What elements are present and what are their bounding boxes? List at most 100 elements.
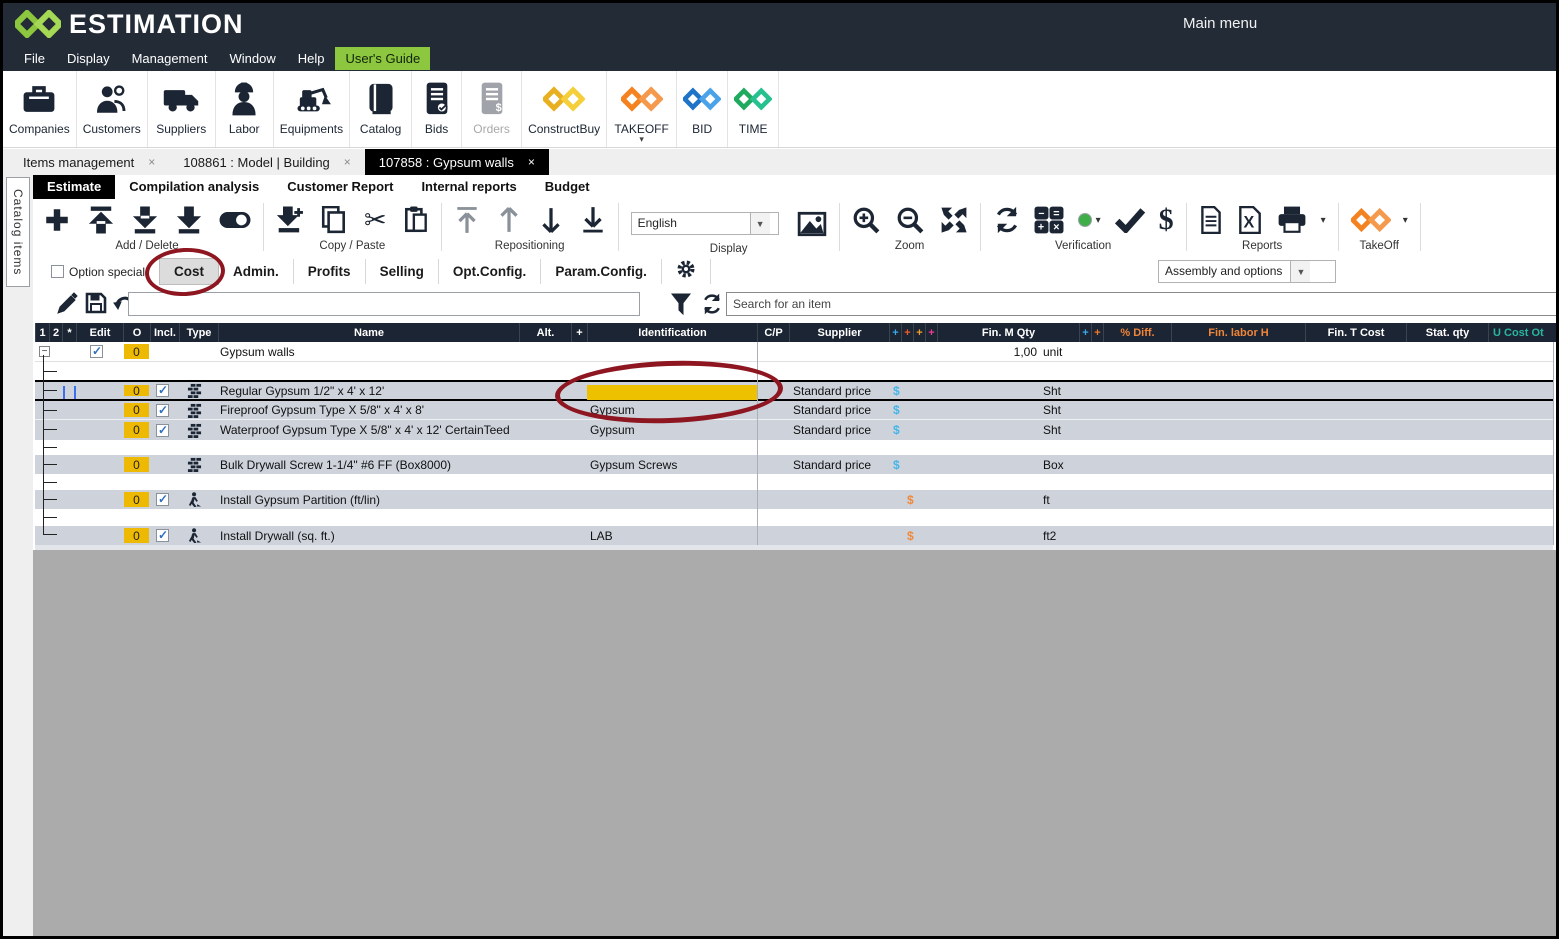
tab-selling[interactable]: Selling [366, 259, 439, 284]
identification-value[interactable]: LAB [590, 526, 613, 545]
supplier-value[interactable]: Standard price [793, 401, 871, 419]
o-value[interactable]: 0 [124, 492, 149, 507]
item-name[interactable]: Install Gypsum Partition (ft/lin) [220, 490, 380, 509]
tab-estimate[interactable]: Estimate [33, 175, 115, 199]
tab-internal-reports[interactable]: Internal reports [407, 175, 530, 199]
labor-dollar-icon[interactable]: $ [907, 490, 914, 509]
col-plus-amber[interactable]: + [913, 323, 925, 342]
tab-profits[interactable]: Profits [294, 259, 366, 284]
col-o[interactable]: O [123, 323, 150, 342]
bid-button[interactable]: BID [677, 71, 728, 147]
add-above-icon[interactable] [87, 206, 115, 234]
identification-value[interactable]: Gypsum [590, 401, 635, 419]
group-name[interactable]: Gypsum walls [220, 342, 295, 361]
reports-caret-icon[interactable]: ▾ [1321, 215, 1326, 226]
col-fin-labor-h[interactable]: Fin. labor H [1171, 323, 1305, 342]
col-pct-diff[interactable]: % Diff. [1103, 323, 1171, 342]
tab-opt-config[interactable]: Opt.Config. [439, 259, 541, 284]
companies-button[interactable]: Companies [3, 71, 77, 147]
o-value[interactable]: 0 [124, 385, 149, 396]
col-plus-blue2[interactable]: + [1079, 323, 1091, 342]
calculator-icon[interactable]: −=+× [1034, 206, 1064, 234]
menu-display[interactable]: Display [56, 47, 121, 70]
constructbuy-button[interactable]: ConstructBuy [522, 71, 607, 147]
item-name[interactable]: Bulk Drywall Screw 1-1/4" #6 FF (Box8000… [220, 455, 451, 474]
delete-below-icon[interactable] [131, 206, 159, 234]
col-plus-red[interactable]: + [901, 323, 913, 342]
catalog-button[interactable]: Catalog [350, 71, 412, 147]
col-cp[interactable]: C/P [757, 323, 789, 342]
item-name[interactable]: Waterproof Gypsum Type X 5/8" x 4' x 12'… [220, 420, 510, 440]
item-name[interactable]: Fireproof Gypsum Type X 5/8" x 4' x 8' [220, 401, 424, 419]
o-value[interactable]: 0 [124, 528, 149, 543]
identification-value[interactable]: Gypsum Screws [590, 455, 677, 474]
col-stat-qty[interactable]: Stat. qty [1406, 323, 1488, 342]
menu-window[interactable]: Window [218, 47, 286, 70]
col-name[interactable]: Name [218, 323, 519, 342]
item-row-bulk-drywall-screw[interactable]: 0 Bulk Drywall Screw 1-1/4" #6 FF (Box80… [35, 455, 1553, 474]
supplier-value[interactable]: Standard price [793, 455, 871, 474]
col-supplier[interactable]: Supplier [789, 323, 889, 342]
tab-admin[interactable]: Admin. [219, 259, 294, 284]
incl-checkbox[interactable] [156, 493, 169, 506]
col-plus-orange2[interactable]: + [1091, 323, 1103, 342]
search-input[interactable] [726, 292, 1559, 316]
takeoff-caret-icon[interactable]: ▾ [639, 136, 644, 142]
supplier-value[interactable]: Standard price [793, 420, 871, 440]
save-icon[interactable] [85, 292, 107, 314]
status-indicator[interactable]: ▾ [1077, 212, 1101, 228]
col-star[interactable]: * [62, 323, 76, 342]
item-name[interactable]: Regular Gypsum 1/2" x 4' x 12' [220, 382, 384, 399]
col-plus-pink[interactable]: + [925, 323, 937, 342]
item-row-regular-gypsum[interactable]: 0 Regular Gypsum 1/2" x 4' x 12' Standar… [35, 380, 1553, 401]
dollar-icon[interactable]: $ [1159, 203, 1174, 237]
col-u-cost[interactable]: U Cost Ot [1488, 323, 1559, 342]
move-up-icon[interactable] [496, 206, 522, 234]
suppliers-button[interactable]: Suppliers [148, 71, 216, 147]
chevron-down-icon[interactable]: ▼ [750, 213, 770, 234]
insert-below-icon[interactable] [175, 206, 203, 234]
fin-m-qty-value[interactable]: 1,00 [937, 342, 1037, 361]
col-plus-supply[interactable]: + [889, 323, 901, 342]
refresh-search-icon[interactable] [701, 292, 723, 316]
labor-dollar-icon[interactable]: $ [907, 526, 914, 545]
chevron-down-icon[interactable]: ▼ [1290, 261, 1310, 282]
language-select[interactable]: English ▼ [631, 212, 779, 235]
incl-checkbox[interactable] [156, 529, 169, 542]
o-value[interactable]: 0 [124, 422, 149, 438]
col-1[interactable]: 1 [35, 323, 49, 342]
col-fin-t-cost[interactable]: Fin. T Cost [1305, 323, 1406, 342]
move-bottom-icon[interactable] [580, 206, 606, 234]
close-icon[interactable]: × [528, 155, 535, 169]
col-type[interactable]: Type [179, 323, 218, 342]
item-row-install-gypsum-partition[interactable]: 0 Install Gypsum Partition (ft/lin) $ ft [35, 490, 1553, 509]
col-identification[interactable]: Identification [587, 323, 757, 342]
identification-value[interactable]: Gypsum [590, 420, 635, 440]
supply-dollar-icon[interactable]: $ [893, 420, 900, 440]
move-down-icon[interactable] [538, 206, 564, 234]
takeoff-caret-icon[interactable]: ▾ [1403, 215, 1408, 226]
tab-items-management[interactable]: Items management × [9, 149, 169, 175]
close-icon[interactable]: × [344, 155, 351, 169]
col-alt[interactable]: Alt. [519, 323, 571, 342]
item-row-fireproof-gypsum[interactable]: 0 Fireproof Gypsum Type X 5/8" x 4' x 8'… [35, 401, 1553, 420]
move-top-icon[interactable] [454, 206, 480, 234]
group-row-gypsum-walls[interactable]: 0 Gypsum walls 1,00 unit [35, 342, 1553, 362]
tab-customer-report[interactable]: Customer Report [273, 175, 407, 199]
tab-gypsum-walls[interactable]: 107858 : Gypsum walls × [365, 149, 549, 175]
o-value[interactable]: 0 [124, 403, 149, 417]
supplier-value[interactable]: Standard price [793, 382, 871, 399]
supply-dollar-icon[interactable]: $ [893, 401, 900, 419]
menu-users-guide[interactable]: User's Guide [335, 47, 430, 70]
settings-button[interactable] [662, 259, 711, 284]
catalog-items-panel-tab[interactable]: Catalog items [6, 177, 30, 287]
o-value[interactable]: 0 [124, 344, 149, 359]
validate-check-icon[interactable] [1114, 207, 1146, 233]
bids-button[interactable]: Bids [412, 71, 462, 147]
incl-checkbox[interactable] [156, 384, 169, 397]
filter-funnel-icon[interactable] [670, 292, 692, 316]
equipments-button[interactable]: Equipments [274, 71, 350, 147]
toggle-icon[interactable] [219, 210, 251, 230]
takeoff-logo-icon[interactable] [1351, 208, 1391, 232]
incl-checkbox[interactable] [156, 404, 169, 417]
